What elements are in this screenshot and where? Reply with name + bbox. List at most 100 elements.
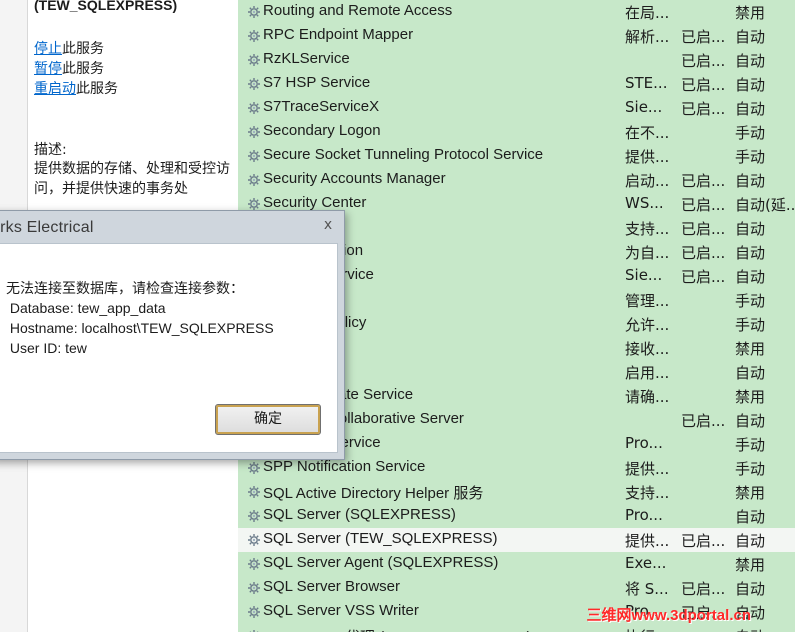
service-gear-icon [247,485,261,499]
service-name: SQL Server VSS Writer [263,602,419,619]
action-restart: 重启动此服务 [34,79,118,99]
service-startup-type: 自动 [735,364,766,382]
service-startup-type: 禁用 [735,340,766,358]
action-suffix: 此服务 [62,61,104,77]
service-gear-icon [247,29,261,43]
service-gear-icon [247,53,261,67]
service-gear-icon [247,173,261,187]
message-line: User ID: tew [6,340,87,356]
message-line: Hostname: localhost\TEW_SQLEXPRESS [6,320,274,336]
service-gear-icon [247,101,261,115]
dialog-body: 无法连接至数据库，请检查连接参数： Database: tew_app_data… [0,243,338,453]
service-gear-icon [247,197,261,211]
service-startup-type: 手动 [735,316,766,334]
service-row[interactable]: SQL Server 代理 (TEW_SQLEXPRESS) 执行... 自动 [238,624,795,632]
service-startup-type: 自动 [735,28,766,46]
service-description: WS... [625,194,664,212]
service-row[interactable]: RzKLService 已启... 自动 [238,48,795,72]
service-gear-icon [247,605,261,619]
service-description: 接收... [625,340,670,358]
service-gear-icon [247,509,261,523]
service-status: 已启... [681,412,726,430]
service-description: 将 S... [625,580,669,598]
service-startup-type: 自动 [735,508,766,526]
service-startup-type: 自动(延... [735,196,795,214]
service-description: 在不... [625,124,670,142]
service-description: 允许... [625,316,670,334]
service-description: 解析... [625,28,670,46]
stop-link[interactable]: 停止 [34,41,62,57]
restart-link[interactable]: 重启动 [34,81,76,97]
service-startup-type: 自动 [735,626,765,632]
service-row[interactable]: Routing and Remote Access 在局... 禁用 [238,0,795,24]
service-startup-type: 手动 [735,148,766,166]
service-status: 已启... [681,268,726,286]
service-startup-type: 禁用 [735,4,766,22]
service-gear-icon [247,461,261,475]
service-row[interactable]: SQL Server Browser 将 S... 已启... 自动 [238,576,795,600]
service-row[interactable]: SQL Server (SQLEXPRESS) Pro... 自动 [238,504,795,528]
service-name: Secondary Logon [263,122,381,139]
service-startup-type: 手动 [735,292,766,310]
service-status: 已启... [681,172,726,190]
service-description: Sie... [625,98,663,116]
service-startup-type: 自动 [735,220,766,238]
service-row[interactable]: S7 HSP Service STE... 已启... 自动 [238,72,795,96]
service-gear-icon [247,557,261,571]
service-gear-icon [247,533,261,547]
service-status: 已启... [681,220,726,238]
service-name: RzKLService [263,50,350,67]
message-line: Database: tew_app_data [6,300,166,316]
service-description: STE... [625,74,668,92]
service-description: Pro... [625,434,663,452]
service-description: 支持... [625,484,670,502]
ok-button[interactable]: 确定 [215,404,321,435]
error-dialog: orks Electrical x 无法连接至数据库，请检查连接参数： Data… [0,210,345,460]
service-startup-type: 自动 [735,172,766,190]
service-gear-icon [247,5,261,19]
description-text: 提供数据的存储、处理和受控访问，并提供快速的事务处 [34,161,230,197]
service-startup-type: 自动 [735,580,766,598]
action-pause: 暂停此服务 [34,59,118,79]
service-startup-type: 自动 [735,52,766,70]
service-startup-type: 禁用 [735,388,766,406]
service-title: (TEW_SQLEXPRESS) [34,0,178,13]
service-startup-type: 自动 [735,244,766,262]
service-row[interactable]: RPC Endpoint Mapper 解析... 已启... 自动 [238,24,795,48]
service-startup-type: 自动 [735,268,766,286]
close-icon[interactable]: x [320,217,336,233]
service-status: 已启... [681,196,726,214]
service-name: Secure Socket Tunneling Protocol Service [263,146,544,163]
service-startup-type: 手动 [735,460,766,478]
service-description: 提供... [625,460,670,478]
service-name: SQL Server (SQLEXPRESS) [263,506,456,523]
action-suffix: 此服务 [76,81,118,97]
service-name: SQL Server (TEW_SQLEXPRESS) [263,530,498,547]
service-description: Exe... [625,554,667,572]
service-row[interactable]: S7TraceServiceX Sie... 已启... 自动 [238,96,795,120]
service-startup-type: 自动 [735,412,766,430]
service-status: 已启... [681,28,726,46]
service-status: 已启... [681,52,726,70]
service-startup-type: 禁用 [735,556,766,574]
service-row[interactable]: SQL Server (TEW_SQLEXPRESS) 提供... 已启... 自动 [238,528,795,552]
service-row[interactable]: Security Accounts Manager 启动... 已启... 自动 [238,168,795,192]
service-row[interactable]: SQL Server Agent (SQLEXPRESS) Exe... 禁用 [238,552,795,576]
pause-link[interactable]: 暂停 [34,61,62,77]
service-row[interactable]: SQL Active Directory Helper 服务 支持... 禁用 [238,480,795,504]
service-row[interactable]: Secure Socket Tunneling Protocol Service… [238,144,795,168]
service-actions: 停止此服务 暂停此服务 重启动此服务 [34,39,118,99]
service-description: Sie... [625,266,663,284]
service-startup-type: 自动 [735,100,766,118]
service-description: 在局... [625,4,670,22]
service-gear-icon [247,77,261,91]
service-name: S7 HSP Service [263,74,371,91]
service-row[interactable]: Secondary Logon 在不... 手动 [238,120,795,144]
service-startup-type: 手动 [735,124,766,142]
service-gear-icon [247,149,261,163]
service-description: 支持... [625,220,670,238]
service-gear-icon [247,581,261,595]
service-description: 启动... [625,172,670,190]
service-description: 请确... [625,388,670,406]
service-description: 执行... [625,626,669,632]
